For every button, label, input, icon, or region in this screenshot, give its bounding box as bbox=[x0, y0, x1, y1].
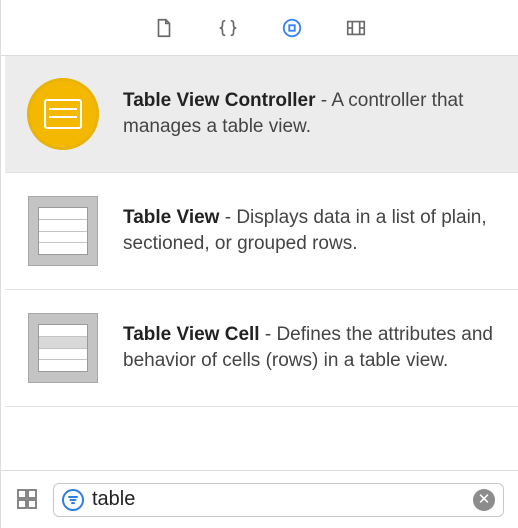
thumb-table-view-icon bbox=[27, 195, 99, 267]
thumb-table-view-cell-icon bbox=[27, 312, 99, 384]
object-library-panel: Table View Controller - A controller tha… bbox=[0, 0, 518, 528]
library-item-title: Table View Controller bbox=[123, 90, 316, 111]
library-item-table-view-cell[interactable]: Table View Cell - Defines the attributes… bbox=[5, 290, 518, 407]
object-list: Table View Controller - A controller tha… bbox=[1, 56, 518, 470]
library-item-table-view-controller[interactable]: Table View Controller - A controller tha… bbox=[5, 56, 518, 173]
braces-icon bbox=[217, 17, 239, 39]
library-item-text: Table View - Displays data in a list of … bbox=[123, 205, 498, 256]
object-library-tab[interactable] bbox=[280, 16, 304, 40]
clear-filter-button[interactable]: ✕ bbox=[473, 489, 495, 511]
thumb-table-view-controller-icon bbox=[27, 78, 99, 150]
filter-input[interactable] bbox=[92, 488, 465, 511]
close-icon: ✕ bbox=[478, 492, 491, 507]
library-item-title: Table View bbox=[123, 207, 219, 228]
library-item-text: Table View Cell - Defines the attributes… bbox=[123, 322, 498, 373]
library-tab-bar bbox=[1, 0, 518, 56]
filter-bar: ✕ bbox=[1, 470, 518, 528]
library-item-table-view[interactable]: Table View - Displays data in a list of … bbox=[5, 173, 518, 290]
media-library-tab[interactable] bbox=[344, 16, 368, 40]
view-mode-toggle[interactable] bbox=[15, 487, 41, 513]
filter-field[interactable]: ✕ bbox=[53, 483, 504, 517]
media-icon bbox=[345, 17, 367, 39]
grid-icon bbox=[15, 487, 41, 511]
library-item-title: Table View Cell bbox=[123, 324, 260, 345]
object-icon bbox=[281, 17, 303, 39]
document-icon bbox=[153, 17, 175, 39]
library-item-text: Table View Controller - A controller tha… bbox=[123, 88, 498, 139]
filter-icon bbox=[62, 489, 84, 511]
file-template-tab[interactable] bbox=[152, 16, 176, 40]
code-snippet-tab[interactable] bbox=[216, 16, 240, 40]
